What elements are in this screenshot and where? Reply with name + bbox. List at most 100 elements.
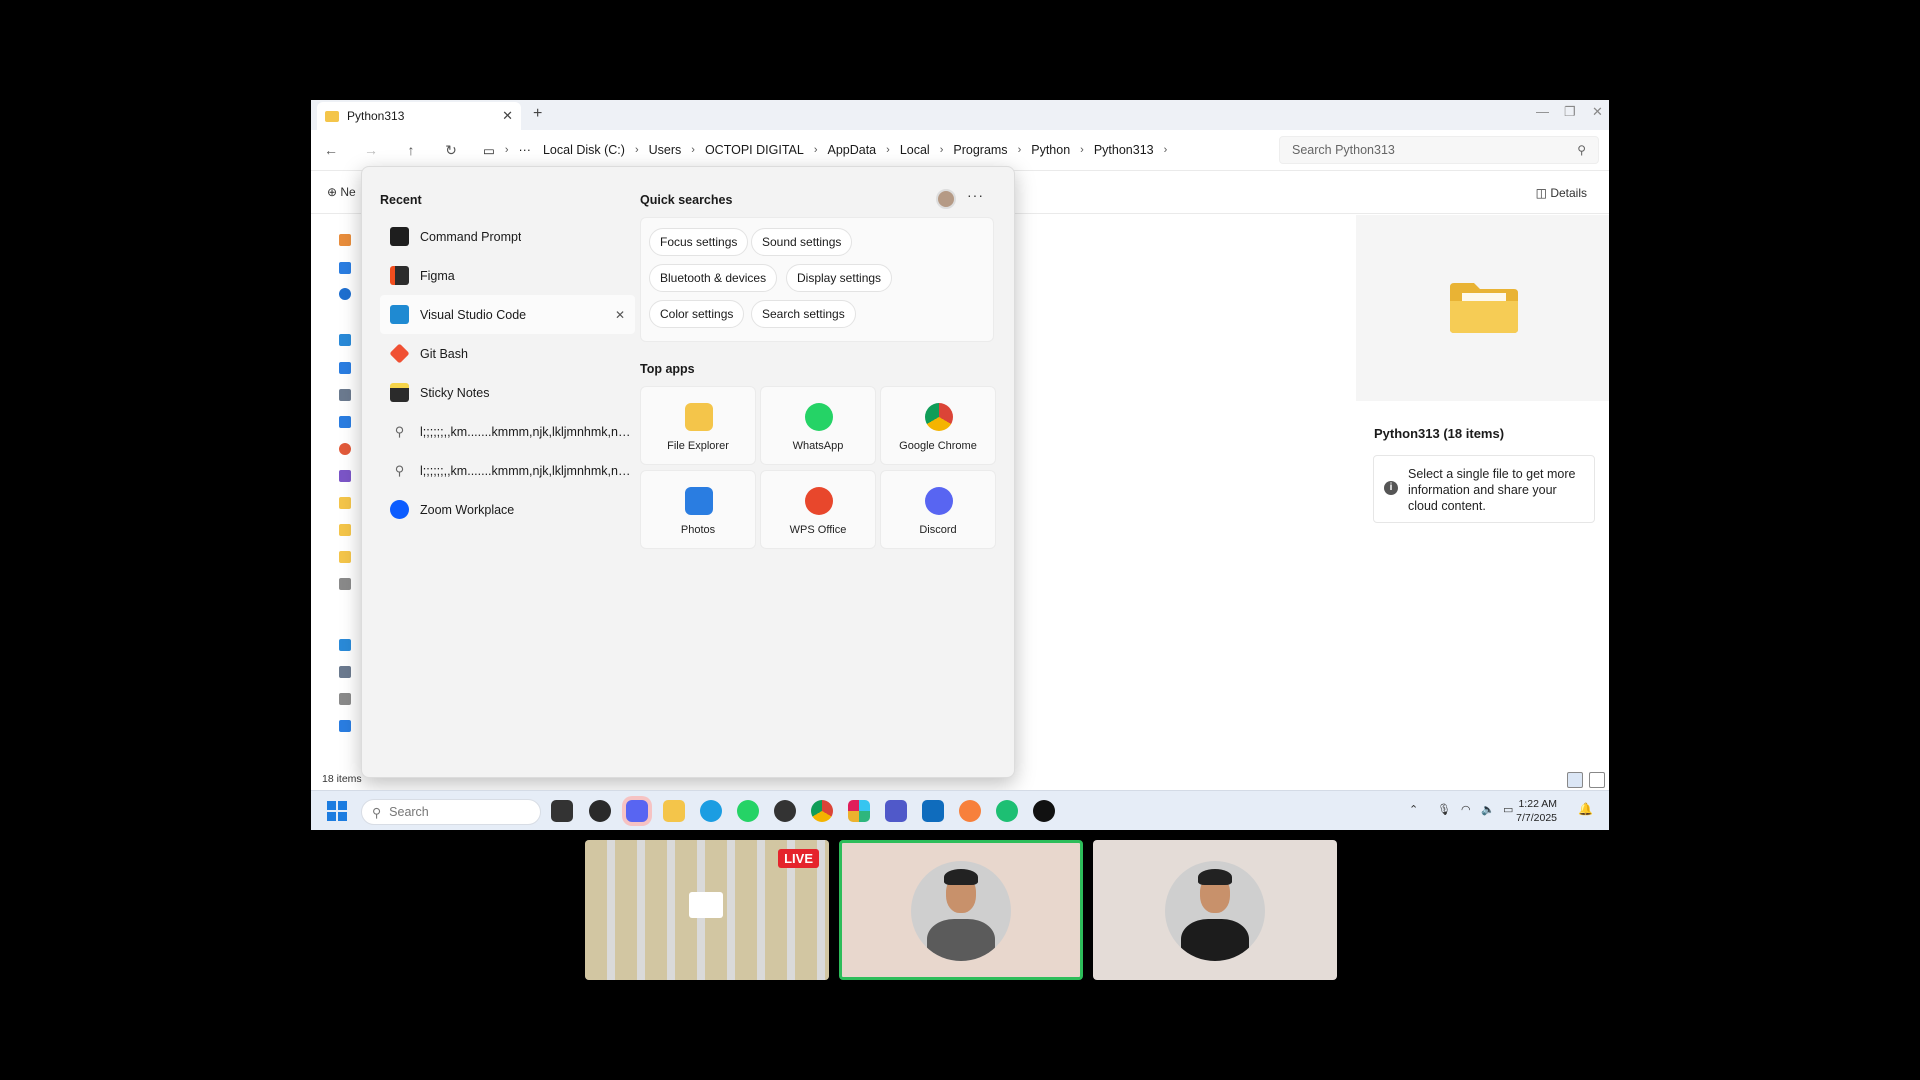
list-item[interactable]: Git Bash: [380, 334, 635, 373]
folder-icon[interactable]: [339, 551, 351, 563]
details-button[interactable]: ◫ Details: [1536, 186, 1587, 200]
breadcrumb-programs[interactable]: Programs: [947, 143, 1013, 157]
chevron-right-icon[interactable]: ›: [936, 144, 948, 156]
up-arrow-icon[interactable]: ↑: [391, 142, 431, 158]
clock[interactable]: 1:22 AM 7/7/2025: [1516, 797, 1557, 825]
onedrive-icon[interactable]: [339, 288, 351, 300]
breadcrumb-local-disk[interactable]: Local Disk (C:): [537, 143, 631, 157]
this-pc-icon[interactable]: ▭: [477, 143, 501, 158]
app-tile-discord[interactable]: Discord: [880, 470, 996, 549]
quick-search-chip[interactable]: Display settings: [786, 264, 893, 292]
maximize-button[interactable]: ❐: [1564, 104, 1576, 120]
screen-share-tile[interactable]: LIVE: [585, 840, 829, 980]
breadcrumb-octopi-digital[interactable]: OCTOPI DIGITAL: [699, 143, 810, 157]
more-options-button[interactable]: ···: [967, 187, 984, 203]
videos-icon[interactable]: [339, 470, 351, 482]
large-icons-view-button[interactable]: [1589, 772, 1605, 788]
folder-icon[interactable]: [339, 497, 351, 509]
forward-arrow-icon[interactable]: →: [351, 142, 391, 158]
discord-icon[interactable]: [626, 800, 648, 822]
chevron-right-icon[interactable]: ›: [810, 144, 822, 156]
app-tile-google-chrome[interactable]: Google Chrome: [880, 386, 996, 465]
list-item[interactable]: Command Prompt: [380, 217, 635, 256]
folder-icon[interactable]: [339, 524, 351, 536]
breadcrumb-local[interactable]: Local: [894, 143, 936, 157]
upwork-icon[interactable]: [1033, 800, 1055, 822]
chatgpt-icon[interactable]: [774, 800, 796, 822]
tab-python313[interactable]: Python313 ✕: [317, 102, 521, 130]
app-tile-file-explorer[interactable]: File Explorer: [640, 386, 756, 465]
quick-search-chip[interactable]: Sound settings: [751, 228, 853, 256]
list-item[interactable]: Visual Studio Code ✕: [380, 295, 635, 334]
swift-icon[interactable]: [959, 800, 981, 822]
downloads-icon[interactable]: [339, 362, 351, 374]
microphone-icon[interactable]: 🎙: [1437, 803, 1451, 816]
quick-search-chip[interactable]: Bluetooth & devices: [649, 264, 778, 292]
chevron-right-icon[interactable]: ›: [631, 144, 643, 156]
breadcrumb-users[interactable]: Users: [643, 143, 688, 157]
taskbar-search-input[interactable]: ⚲ Search: [361, 799, 541, 825]
new-tab-button[interactable]: +: [533, 105, 542, 123]
chevron-right-icon[interactable]: ›: [1014, 144, 1026, 156]
chevron-right-icon[interactable]: ›: [882, 144, 894, 156]
file-explorer-icon[interactable]: [663, 800, 685, 822]
chevron-right-icon[interactable]: ›: [1076, 144, 1088, 156]
avatar[interactable]: [936, 189, 956, 209]
breadcrumb-ellipsis[interactable]: ···: [512, 143, 537, 157]
chrome-icon[interactable]: [811, 800, 833, 822]
outlook-icon[interactable]: [922, 800, 944, 822]
edge-icon[interactable]: [700, 800, 722, 822]
chevron-right-icon[interactable]: ›: [687, 144, 699, 156]
volume-icon[interactable]: 🔈: [1481, 803, 1495, 816]
drive-icon[interactable]: [339, 666, 351, 678]
list-item[interactable]: Zoom Workplace: [380, 490, 635, 529]
minimize-button[interactable]: —: [1536, 104, 1549, 119]
drive-icon[interactable]: [339, 693, 351, 705]
wifi-icon[interactable]: ◠: [1461, 803, 1471, 816]
quick-search-chip[interactable]: Color settings: [649, 300, 745, 328]
home-icon[interactable]: [339, 234, 351, 246]
obs-icon[interactable]: [589, 800, 611, 822]
pictures-icon[interactable]: [339, 416, 351, 428]
whatsapp-icon[interactable]: [737, 800, 759, 822]
new-button[interactable]: ⊕ Ne: [327, 185, 356, 199]
music-icon[interactable]: [339, 443, 351, 455]
participant-tile-active[interactable]: [839, 840, 1083, 980]
remove-close-icon[interactable]: ✕: [615, 308, 625, 322]
breadcrumb-python313[interactable]: Python313: [1088, 143, 1160, 157]
network-icon[interactable]: [339, 720, 351, 732]
notification-bell-icon[interactable]: 🔔: [1578, 802, 1593, 816]
app-tile-whatsapp[interactable]: WhatsApp: [760, 386, 876, 465]
chevron-up-icon[interactable]: ⌃: [1409, 803, 1418, 816]
list-item[interactable]: ⚲ l;;;;;;,,km.......kmmm,njk,lkljmnhmk,n…: [380, 412, 635, 451]
chevron-right-icon[interactable]: ›: [1160, 144, 1172, 156]
quick-search-chip[interactable]: Focus settings: [649, 228, 749, 256]
folder-search-input[interactable]: Search Python313 ⚲: [1279, 136, 1599, 164]
list-item[interactable]: ⚲ l;;;;;;,,km.......kmmm,njk,lkljmnhmk,n…: [380, 451, 635, 490]
teams-icon[interactable]: [885, 800, 907, 822]
task-view-icon[interactable]: [551, 800, 573, 822]
breadcrumb-python[interactable]: Python: [1025, 143, 1076, 157]
desktop-icon[interactable]: [339, 334, 351, 346]
start-windows-icon[interactable]: [327, 801, 347, 821]
chevron-right-icon[interactable]: ›: [501, 144, 513, 156]
app-tile-photos[interactable]: Photos: [640, 470, 756, 549]
list-item[interactable]: Figma: [380, 256, 635, 295]
list-item[interactable]: Sticky Notes: [380, 373, 635, 412]
close-button[interactable]: ✕: [1592, 104, 1603, 120]
documents-icon[interactable]: [339, 389, 351, 401]
drive-icon[interactable]: [339, 578, 351, 590]
this-pc-icon[interactable]: [339, 639, 351, 651]
refresh-icon[interactable]: ↻: [431, 142, 471, 159]
back-arrow-icon[interactable]: ←: [311, 142, 351, 158]
breadcrumb-appdata[interactable]: AppData: [821, 143, 882, 157]
participant-tile[interactable]: [1093, 840, 1337, 980]
fiverr-icon[interactable]: [996, 800, 1018, 822]
gallery-icon[interactable]: [339, 262, 351, 274]
details-view-button[interactable]: [1567, 772, 1583, 788]
quick-search-chip[interactable]: Search settings: [751, 300, 856, 328]
slack-icon[interactable]: [848, 800, 870, 822]
battery-icon[interactable]: ▭: [1503, 803, 1513, 816]
tab-close-icon[interactable]: ✕: [502, 108, 513, 124]
app-tile-wps-office[interactable]: WPS Office: [760, 470, 876, 549]
